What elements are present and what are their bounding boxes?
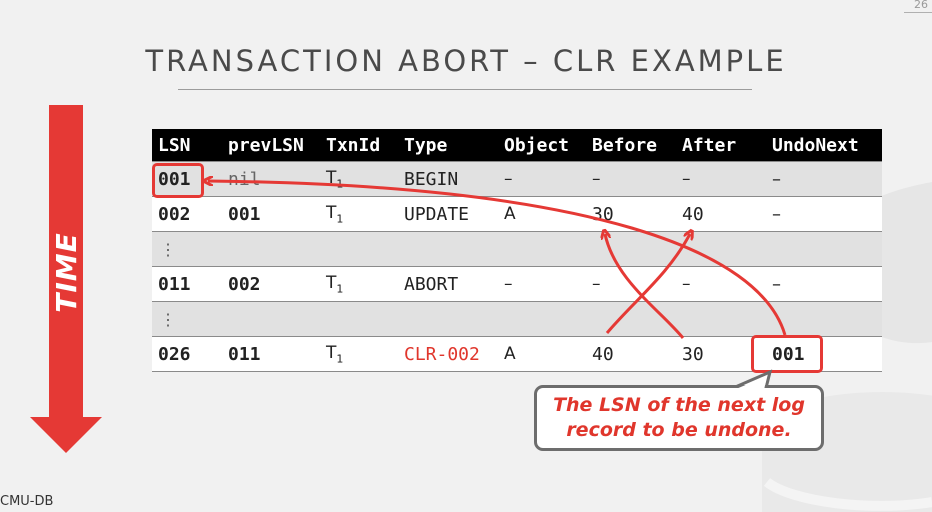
vertical-ellipsis: ⋮: [160, 239, 176, 259]
cell-lsn: ⋮: [152, 231, 222, 267]
table-row: 001 nil T1 BEGIN – – – –: [152, 161, 882, 197]
time-label: TIME: [49, 231, 83, 313]
cell-lsn: 026: [152, 336, 222, 372]
table-row-ellipsis: ⋮: [152, 231, 882, 267]
cell-after: –: [676, 161, 766, 197]
cell-prevlsn: 001: [222, 196, 320, 232]
cell-type: ABORT: [398, 266, 498, 302]
table-row: 011 002 T1 ABORT – – – –: [152, 266, 882, 302]
cell-prevlsn: nil: [222, 161, 320, 197]
callout-box: The LSN of the next log record to be und…: [534, 385, 824, 451]
table-header-row: LSN prevLSN TxnId Type Object Before Aft…: [152, 129, 882, 162]
cell-type: UPDATE: [398, 196, 498, 232]
vertical-ellipsis: ⋮: [160, 309, 176, 329]
cell-txnid: T1: [320, 336, 398, 372]
undonext-001-highlight-box: [751, 335, 823, 373]
header-type: Type: [398, 129, 498, 162]
cell-prevlsn: 002: [222, 266, 320, 302]
title-underline: [178, 89, 752, 90]
cell-before: 40: [586, 336, 676, 372]
cell-undonext: –: [766, 266, 882, 302]
slide-number: 26: [914, 0, 928, 11]
callout-text: The LSN of the next log record to be und…: [553, 394, 805, 441]
lsn-001-highlight-box: [152, 163, 204, 198]
cell-after: 40: [676, 196, 766, 232]
cell-type: BEGIN: [398, 161, 498, 197]
header-prevlsn: prevLSN: [222, 129, 320, 162]
header-lsn: LSN: [152, 129, 222, 162]
header-txnid: TxnId: [320, 129, 398, 162]
cell-object: –: [498, 266, 586, 302]
cell-before: –: [586, 161, 676, 197]
cell-object: A: [498, 196, 586, 232]
header-undonext: UndoNext: [766, 129, 882, 162]
slide-number-rule: [904, 12, 932, 13]
cell-lsn: 002: [152, 196, 222, 232]
cell-type: CLR-002: [398, 336, 498, 372]
cell-txnid: T1: [320, 266, 398, 302]
table-row-ellipsis: ⋮: [152, 301, 882, 337]
header-after: After: [676, 129, 766, 162]
cell-before: 30: [586, 196, 676, 232]
cell-undonext: –: [766, 196, 882, 232]
footer-brand: CMU-DB: [0, 494, 54, 509]
header-object: Object: [498, 129, 586, 162]
cell-txnid: T1: [320, 196, 398, 232]
cell-object: –: [498, 161, 586, 197]
header-before: Before: [586, 129, 676, 162]
cell-lsn: ⋮: [152, 301, 222, 337]
cell-prevlsn: 011: [222, 336, 320, 372]
cell-before: –: [586, 266, 676, 302]
slide-title: TRANSACTION ABORT – CLR EXAMPLE: [145, 44, 787, 78]
cell-undonext: –: [766, 161, 882, 197]
cell-txnid: T1: [320, 161, 398, 197]
cell-after: –: [676, 266, 766, 302]
table-row: 002 001 T1 UPDATE A 30 40 –: [152, 196, 882, 232]
cell-object: A: [498, 336, 586, 372]
cell-lsn: 011: [152, 266, 222, 302]
